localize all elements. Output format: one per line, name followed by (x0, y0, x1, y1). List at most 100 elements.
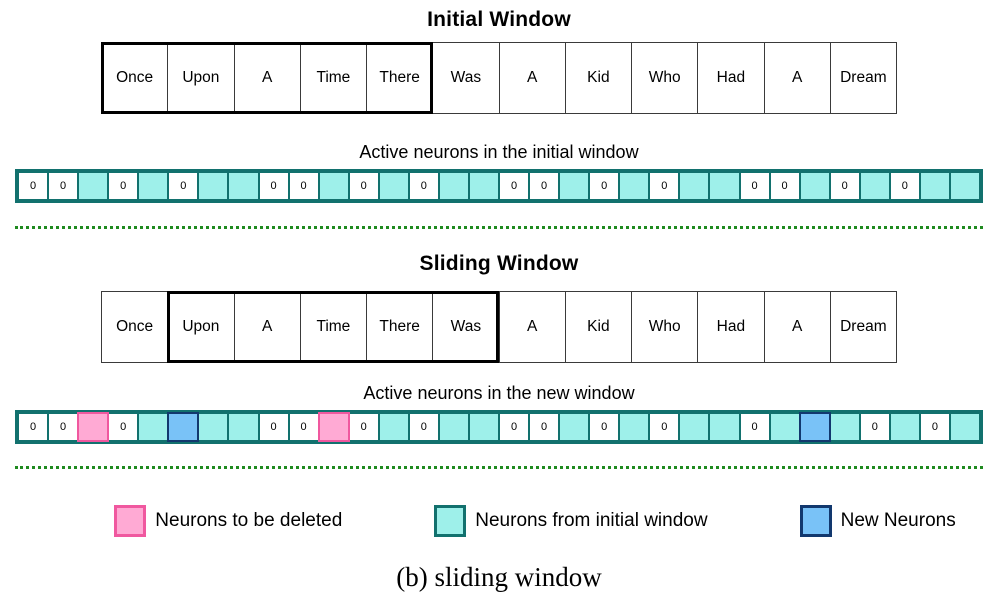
initial-neuron-cell-teal[interactable] (317, 171, 350, 201)
initial-token-cell[interactable]: Dream (829, 42, 897, 114)
sliding-token-label: There (379, 318, 420, 335)
initial-token-cell[interactable]: Kid (564, 42, 632, 114)
initial-neuron-cell-zero[interactable]: 0 (738, 171, 771, 201)
sliding-neuron-cell-zero[interactable]: 0 (347, 412, 380, 442)
initial-token-label: Who (648, 69, 681, 86)
sliding-token-cell[interactable]: Time (299, 291, 367, 363)
initial-neuron-cell-teal[interactable] (467, 171, 500, 201)
initial-token-cell[interactable]: A (498, 42, 566, 114)
sliding-neuron-cell-teal[interactable] (828, 412, 861, 442)
initial-neuron-cell-zero[interactable]: 0 (588, 171, 621, 201)
initial-neuron-cell-zero[interactable]: 0 (768, 171, 801, 201)
initial-token-label: A (526, 69, 538, 86)
initial-neuron-value: 0 (901, 180, 908, 192)
sliding-neuron-cell-zero[interactable]: 0 (107, 412, 140, 442)
initial-token-cell[interactable]: Time (299, 42, 367, 114)
sliding-neuron-cell-teal[interactable] (558, 412, 591, 442)
initial-neuron-cell-teal[interactable] (618, 171, 651, 201)
sliding-neuron-value: 0 (541, 421, 548, 433)
initial-neuron-cell-zero[interactable]: 0 (528, 171, 561, 201)
sliding-neuron-value: 0 (601, 421, 608, 433)
initial-neuron-cell-zero[interactable]: 0 (498, 171, 531, 201)
sliding-neuron-cell-zero[interactable]: 0 (738, 412, 771, 442)
sliding-neuron-cell-teal[interactable] (708, 412, 741, 442)
initial-token-cell[interactable]: Was (432, 42, 500, 114)
sliding-neuron-cell-zero[interactable]: 0 (588, 412, 621, 442)
sliding-neuron-cell-teal[interactable] (618, 412, 651, 442)
sliding-neuron-cell-zero[interactable]: 0 (498, 412, 531, 442)
initial-neuron-cell-zero[interactable]: 0 (107, 171, 140, 201)
sliding-neuron-cell-zero[interactable]: 0 (47, 412, 80, 442)
initial-token-cell[interactable]: Who (631, 42, 699, 114)
sliding-neuron-cell-zero[interactable]: 0 (528, 412, 561, 442)
sliding-neuron-cell-teal[interactable] (888, 412, 921, 442)
sliding-neuron-cell-pink[interactable] (317, 412, 350, 442)
initial-neuron-cell-zero[interactable]: 0 (407, 171, 440, 201)
initial-token-label: A (791, 69, 803, 86)
sliding-neuron-cell-zero[interactable]: 0 (287, 412, 320, 442)
sliding-neuron-cell-zero[interactable]: 0 (648, 412, 681, 442)
initial-token-cell[interactable]: There (366, 42, 434, 114)
sliding-neuron-cell-zero[interactable]: 0 (858, 412, 891, 442)
initial-neuron-cell-zero[interactable]: 0 (17, 171, 50, 201)
initial-token-cell[interactable]: A (233, 42, 301, 114)
initial-neuron-cell-teal[interactable] (437, 171, 470, 201)
sliding-neuron-cell-blue[interactable] (167, 412, 200, 442)
sliding-neuron-cell-teal[interactable] (948, 412, 981, 442)
sliding-neuron-cell-blue[interactable] (798, 412, 831, 442)
initial-neuron-cell-teal[interactable] (678, 171, 711, 201)
sliding-neuron-cell-teal[interactable] (467, 412, 500, 442)
sliding-neuron-cell-teal[interactable] (768, 412, 801, 442)
initial-token-cell[interactable]: Upon (167, 42, 235, 114)
sliding-neuron-value: 0 (751, 421, 758, 433)
initial-token-strip-wrap: Once Upon A Time There Was A Kid Who Had A Dream (0, 42, 998, 114)
initial-neuron-cell-teal[interactable] (227, 171, 260, 201)
sliding-neuron-cell-zero[interactable]: 0 (407, 412, 440, 442)
initial-neuron-cell-teal[interactable] (377, 171, 410, 201)
initial-neuron-value: 0 (60, 180, 67, 192)
sliding-neuron-cell-teal[interactable] (227, 412, 260, 442)
sliding-token-label: A (526, 318, 538, 335)
initial-neuron-cell-teal[interactable] (948, 171, 981, 201)
initial-token-label: Kid (587, 69, 610, 86)
sliding-token-cell[interactable]: A (233, 291, 301, 363)
initial-neuron-cell-teal[interactable] (77, 171, 110, 201)
initial-neuron-cell-teal[interactable] (558, 171, 591, 201)
initial-neuron-cell-teal[interactable] (858, 171, 891, 201)
sliding-neuron-cell-teal[interactable] (197, 412, 230, 442)
sliding-neuron-cell-teal[interactable] (437, 412, 470, 442)
sliding-token-cell[interactable]: Once (101, 291, 169, 363)
sliding-token-cell[interactable]: Who (631, 291, 699, 363)
initial-neuron-cell-zero[interactable]: 0 (888, 171, 921, 201)
initial-neuron-cell-teal[interactable] (798, 171, 831, 201)
sliding-token-cell[interactable]: Was (432, 291, 500, 363)
initial-token-cell[interactable]: A (763, 42, 831, 114)
sliding-token-cell[interactable]: Upon (167, 291, 235, 363)
sliding-neuron-cell-zero[interactable]: 0 (257, 412, 290, 442)
initial-neuron-cell-zero[interactable]: 0 (47, 171, 80, 201)
initial-token-cell[interactable]: Had (697, 42, 765, 114)
initial-neuron-cell-teal[interactable] (197, 171, 230, 201)
initial-neuron-cell-zero[interactable]: 0 (648, 171, 681, 201)
sliding-neuron-cell-pink[interactable] (77, 412, 110, 442)
sliding-token-cell[interactable]: Had (697, 291, 765, 363)
initial-token-cell[interactable]: Once (101, 42, 169, 114)
sliding-neuron-cell-teal[interactable] (137, 412, 170, 442)
sliding-neuron-cell-zero[interactable]: 0 (918, 412, 951, 442)
sliding-token-cell[interactable]: There (366, 291, 434, 363)
sliding-token-cell[interactable]: A (763, 291, 831, 363)
sliding-token-cell[interactable]: Dream (829, 291, 897, 363)
initial-neuron-cell-zero[interactable]: 0 (347, 171, 380, 201)
sliding-token-cell[interactable]: A (498, 291, 566, 363)
initial-neuron-cell-zero[interactable]: 0 (257, 171, 290, 201)
sliding-neuron-cell-teal[interactable] (678, 412, 711, 442)
initial-neuron-cell-zero[interactable]: 0 (828, 171, 861, 201)
sliding-neuron-cell-zero[interactable]: 0 (17, 412, 50, 442)
initial-neuron-cell-teal[interactable] (708, 171, 741, 201)
initial-neuron-cell-teal[interactable] (918, 171, 951, 201)
sliding-neuron-cell-teal[interactable] (377, 412, 410, 442)
initial-neuron-cell-zero[interactable]: 0 (287, 171, 320, 201)
initial-neuron-cell-zero[interactable]: 0 (167, 171, 200, 201)
sliding-token-cell[interactable]: Kid (564, 291, 632, 363)
initial-neuron-cell-teal[interactable] (137, 171, 170, 201)
